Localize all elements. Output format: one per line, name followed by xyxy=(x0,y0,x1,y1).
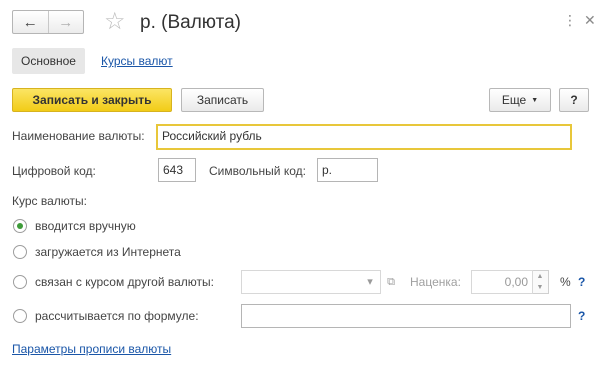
radio-internet-label[interactable]: загружается из Интернета xyxy=(35,244,181,260)
dropdown-arrow-icon[interactable]: ▾ xyxy=(362,271,378,293)
save-button[interactable]: Записать xyxy=(181,88,264,112)
spin-up-icon[interactable]: ▲ xyxy=(533,273,547,280)
markup-label: Наценка: xyxy=(410,275,461,289)
radio-formula-label[interactable]: рассчитывается по формуле: xyxy=(35,308,199,324)
more-button[interactable]: Еще ▼ xyxy=(489,88,551,112)
markup-input[interactable]: 0,00 xyxy=(471,270,533,294)
chevron-down-icon: ▼ xyxy=(531,96,539,104)
help-button[interactable]: ? xyxy=(559,88,589,112)
digital-code-input[interactable]: 643 xyxy=(158,158,196,182)
radio-linked-currency[interactable] xyxy=(13,275,27,289)
navigation-buttons: ← → xyxy=(12,10,84,34)
save-and-close-button[interactable]: Записать и закрыть xyxy=(12,88,172,112)
spelling-params-link[interactable]: Параметры прописи валюты xyxy=(12,341,171,357)
page-title: р. (Валюта) xyxy=(140,12,241,33)
percent-label: % xyxy=(560,275,571,289)
markup-help-icon[interactable]: ? xyxy=(578,274,585,290)
symbol-code-label: Символьный код: xyxy=(209,164,306,178)
radio-internet-load[interactable] xyxy=(13,245,27,259)
markup-spinner[interactable]: ▲ ▼ xyxy=(533,270,549,294)
symbol-code-input[interactable]: р. xyxy=(317,158,378,182)
back-arrow-icon[interactable]: ← xyxy=(13,11,48,33)
radio-manual-input[interactable] xyxy=(13,219,27,233)
tab-main[interactable]: Основное xyxy=(12,48,85,74)
more-options-icon[interactable]: ⋮ xyxy=(563,12,577,28)
formula-input[interactable] xyxy=(241,304,571,328)
radio-manual-label[interactable]: вводится вручную xyxy=(35,218,136,234)
close-icon[interactable]: ✕ xyxy=(584,12,596,28)
favorite-star-icon[interactable]: ☆ xyxy=(104,8,126,36)
digital-code-label: Цифровой код: xyxy=(12,164,96,178)
forward-arrow-icon[interactable]: → xyxy=(47,11,84,33)
linked-currency-select[interactable] xyxy=(241,270,381,294)
tab-currency-rates[interactable]: Курсы валют xyxy=(101,54,173,68)
spin-down-icon[interactable]: ▼ xyxy=(533,284,547,291)
radio-linked-label[interactable]: связан с курсом другой валюты: xyxy=(35,274,214,290)
currency-name-label: Наименование валюты: xyxy=(12,129,145,143)
formula-help-icon[interactable]: ? xyxy=(578,308,585,324)
rate-section-label: Курс валюты: xyxy=(12,194,87,208)
more-button-label: Еще xyxy=(501,93,527,107)
currency-name-input[interactable]: Российский рубль xyxy=(156,124,572,150)
open-form-icon[interactable]: ⧉ xyxy=(383,271,399,293)
radio-formula[interactable] xyxy=(13,309,27,323)
